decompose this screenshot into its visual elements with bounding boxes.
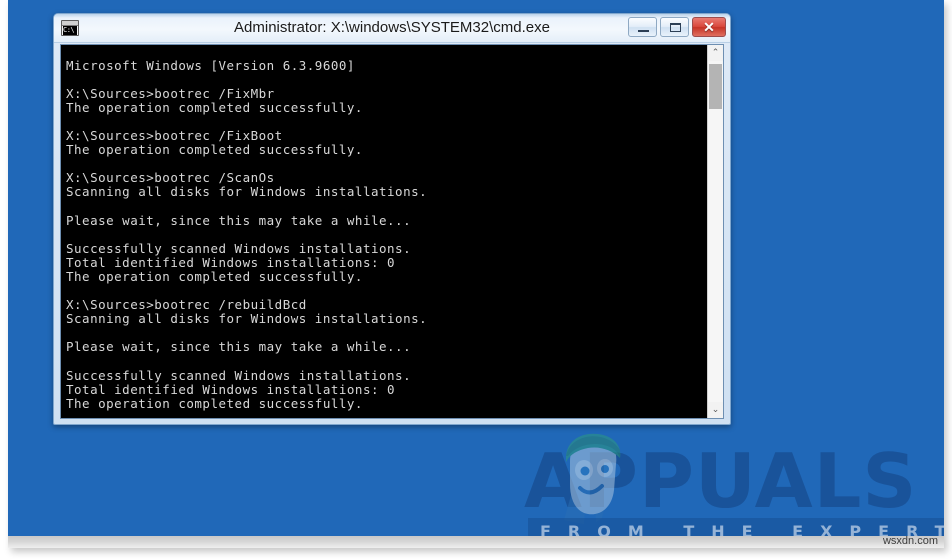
- minimize-button[interactable]: [628, 17, 657, 37]
- scrollbar-down-arrow-icon[interactable]: ⌄: [708, 402, 723, 418]
- watermark-brand-text: APPUALS: [524, 437, 918, 525]
- cmd-window: C:\ Administrator: X:\windows\SYSTEM32\c…: [53, 13, 731, 425]
- appuals-watermark: APPUALS FROM THE EXPERTS: [428, 432, 944, 548]
- desktop-background: APPUALS FROM THE EXPERTS wsxdn: [8, 0, 944, 548]
- source-watermark-text: wsxdn.com: [882, 535, 938, 547]
- minimize-icon: [638, 30, 649, 32]
- close-button[interactable]: ✕: [692, 17, 726, 37]
- scrollbar-up-arrow-icon[interactable]: ⌃: [708, 45, 723, 61]
- source-strip: [8, 536, 944, 548]
- close-icon: ✕: [703, 19, 715, 35]
- console-text: Microsoft Windows [Version 6.3.9600] X:\…: [66, 57, 428, 411]
- console-output-area[interactable]: Microsoft Windows [Version 6.3.9600] X:\…: [60, 44, 724, 419]
- scrollbar-track[interactable]: [708, 61, 723, 402]
- console-scrollbar[interactable]: ⌃ ⌄: [707, 45, 723, 418]
- screenshot-root: APPUALS FROM THE EXPERTS wsxdn: [0, 0, 952, 559]
- window-titlebar[interactable]: C:\ Administrator: X:\windows\SYSTEM32\c…: [54, 14, 730, 43]
- appuals-mascot-icon: [564, 433, 621, 524]
- maximize-button[interactable]: [660, 17, 689, 37]
- scrollbar-thumb[interactable]: [709, 64, 722, 109]
- maximize-icon: [670, 23, 681, 32]
- window-controls: ✕: [628, 17, 726, 37]
